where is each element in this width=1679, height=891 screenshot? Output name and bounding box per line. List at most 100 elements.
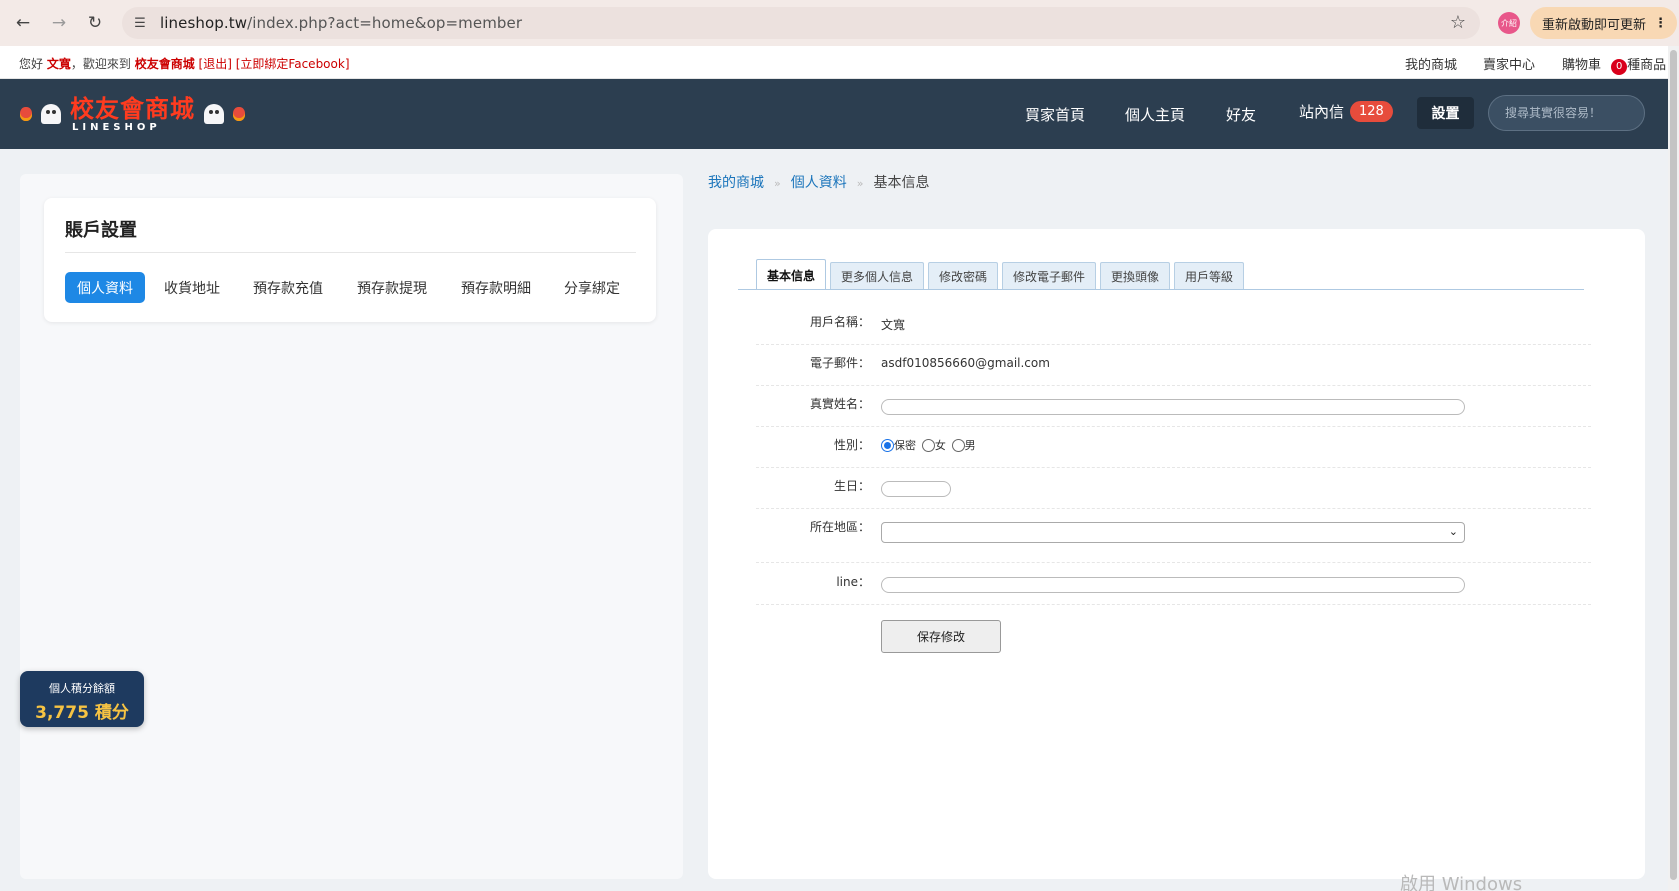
page-scrollbar[interactable] <box>1668 46 1679 891</box>
update-label: 重新啟動即可更新 <box>1542 17 1647 33</box>
row-birthday: 生日： <box>756 468 1591 509</box>
gender-options: 保密 女 男 <box>881 437 978 453</box>
save-button[interactable]: 保存修改 <box>881 620 1001 653</box>
birthday-label: 生日： <box>833 479 870 493</box>
username-link[interactable]: 文寬 <box>47 57 71 71</box>
username-label: 用戶名稱： <box>809 315 870 329</box>
email-label: 電子郵件： <box>809 356 870 370</box>
tab-shipping-address[interactable]: 收貨地址 <box>152 272 232 303</box>
shop-name-link[interactable]: 校友會商城 <box>135 57 195 71</box>
line-input[interactable] <box>881 577 1465 593</box>
logo-text: 校友會商城 LINESHOP <box>70 96 195 133</box>
nav-buyer-home[interactable]: 買家首頁 <box>1025 104 1085 125</box>
tab-deposit-withdraw[interactable]: 預存款提現 <box>344 272 440 303</box>
tab-profile[interactable]: 個人資料 <box>65 272 145 303</box>
breadcrumb-current: 基本信息 <box>873 175 930 191</box>
reload-icon[interactable]: ↻ <box>80 8 110 38</box>
nav-personal-home[interactable]: 個人主頁 <box>1125 104 1185 125</box>
nav-messages[interactable]: 站內信 128 <box>1299 101 1393 123</box>
realname-input[interactable] <box>881 399 1465 415</box>
nav-friends[interactable]: 好友 <box>1226 104 1256 125</box>
cart-label: 購物車 <box>1562 58 1602 73</box>
forward-arrow-icon[interactable]: → <box>44 8 74 38</box>
site-topbar: 您好 文寬，歡迎來到 校友會商城 [退出] [立即綁定Facebook] 我的商… <box>0 46 1668 79</box>
search-input[interactable] <box>1488 95 1645 131</box>
message-count-badge: 128 <box>1350 101 1393 122</box>
tab-more-info[interactable]: 更多個人信息 <box>830 262 924 289</box>
site-logo[interactable]: 校友會商城 LINESHOP <box>20 89 245 139</box>
gender-radio-male[interactable] <box>951 438 965 452</box>
update-button[interactable]: 重新啟動即可更新 ⋮ <box>1530 7 1677 39</box>
username-value: 文寬 <box>881 318 906 332</box>
address-bar[interactable]: ☰ lineshop.tw/index.php?act=home&op=memb… <box>122 7 1480 39</box>
cart-count-badge: 0 <box>1611 59 1628 75</box>
star-icon[interactable]: ☆ <box>1450 12 1466 33</box>
my-shop-link[interactable]: 我的商城 <box>1405 54 1457 73</box>
breadcrumb-separator: » <box>856 177 864 190</box>
greeting: 您好 <box>19 57 44 71</box>
logo-cn: 校友會商城 <box>70 94 195 123</box>
settings-button[interactable]: 設置 <box>1417 97 1474 129</box>
region-select[interactable]: ⌄ <box>881 522 1465 543</box>
line-label: line： <box>836 575 870 589</box>
site-info-icon[interactable]: ☰ <box>126 9 154 37</box>
site-header: 校友會商城 LINESHOP 買家首頁 個人主頁 好友 站內信 128 設置 <box>0 79 1668 149</box>
chevron-down-icon: ⌄ <box>1448 525 1458 538</box>
row-line: line： <box>756 563 1591 605</box>
breadcrumb-separator: » <box>774 177 781 190</box>
breadcrumb-my-shop[interactable]: 我的商城 <box>708 175 764 191</box>
gender-secret-label: 保密 <box>894 439 916 452</box>
birthday-input[interactable] <box>881 481 951 497</box>
tab-change-email[interactable]: 修改電子郵件 <box>1002 262 1096 289</box>
points-balance-widget[interactable]: 個人積分餘額 3,775 積分 <box>20 671 144 727</box>
profile-avatar[interactable]: 介紹 <box>1498 12 1520 34</box>
points-label: 個人積分餘額 <box>49 682 115 695</box>
realname-label: 真實姓名： <box>809 397 870 411</box>
menu-dots-icon[interactable]: ⋮ <box>1654 16 1667 31</box>
tab-basic-info[interactable]: 基本信息 <box>756 259 826 290</box>
divider <box>65 252 636 253</box>
gender-label: 性別： <box>833 438 870 452</box>
ghost-icon <box>204 104 224 124</box>
welcome-text: 您好 文寬，歡迎來到 校友會商城 [退出] [立即綁定Facebook] <box>19 55 350 72</box>
ghost-icon <box>41 104 61 124</box>
region-label: 所在地區： <box>809 520 870 534</box>
points-value: 3,775 積分 <box>35 703 129 723</box>
logout-link[interactable]: [退出] <box>199 57 232 71</box>
row-realname: 真實姓名： <box>756 386 1591 427</box>
back-arrow-icon[interactable]: ← <box>8 8 38 38</box>
messages-label: 站內信 <box>1299 103 1345 121</box>
cart-link[interactable]: 購物車 0 種商品 <box>1562 54 1666 75</box>
browser-toolbar: ← → ↻ ☰ lineshop.tw/index.php?act=home&o… <box>0 0 1679 46</box>
gender-radio-secret[interactable] <box>881 438 894 452</box>
breadcrumb-profile[interactable]: 個人資料 <box>791 175 847 191</box>
account-settings-card: 賬戶設置 個人資料 收貨地址 預存款充值 預存款提現 預存款明細 分享綁定 <box>44 198 656 322</box>
scroll-thumb[interactable] <box>1670 50 1677 880</box>
lantern-icon <box>20 107 32 121</box>
row-region: 所在地區： ⌄ <box>756 509 1591 563</box>
breadcrumb: 我的商城 » 個人資料 » 基本信息 <box>708 172 929 192</box>
account-title: 賬戶設置 <box>65 220 137 241</box>
gender-female-label: 女 <box>934 439 946 452</box>
cart-suffix: 種商品 <box>1627 58 1667 73</box>
gender-male-label: 男 <box>964 439 976 452</box>
gender-radio-female[interactable] <box>921 438 935 452</box>
profile-form-panel: 基本信息 更多個人信息 修改密碼 修改電子郵件 更換頭像 用戶等級 用戶名稱： … <box>708 229 1645 879</box>
row-email: 電子郵件： asdf010856660@gmail.com <box>756 345 1591 386</box>
tab-deposit-detail[interactable]: 預存款明細 <box>448 272 544 303</box>
tab-change-avatar[interactable]: 更換頭像 <box>1100 262 1170 289</box>
bind-facebook-link[interactable]: [立即綁定Facebook] <box>236 57 350 71</box>
email-value: asdf010856660@gmail.com <box>881 356 1050 370</box>
row-gender: 性別： 保密 女 男 <box>756 427 1591 468</box>
welcome: ，歡迎來到 <box>70 57 131 71</box>
tab-change-password[interactable]: 修改密碼 <box>928 262 998 289</box>
tab-deposit-topup[interactable]: 預存款充值 <box>240 272 336 303</box>
url-text[interactable]: lineshop.tw/index.php?act=home&op=member <box>160 14 522 32</box>
row-username: 用戶名稱： 文寬 <box>756 304 1591 345</box>
tab-share-binding[interactable]: 分享綁定 <box>552 272 632 303</box>
left-sidebar: 賬戶設置 個人資料 收貨地址 預存款充值 預存款提現 預存款明細 分享綁定 <box>20 174 683 879</box>
tabs-underline <box>738 289 1584 290</box>
windows-watermark: 啟用 Windows <box>1400 874 1523 891</box>
tab-user-level[interactable]: 用戶等級 <box>1174 262 1244 289</box>
seller-center-link[interactable]: 賣家中心 <box>1483 54 1535 73</box>
